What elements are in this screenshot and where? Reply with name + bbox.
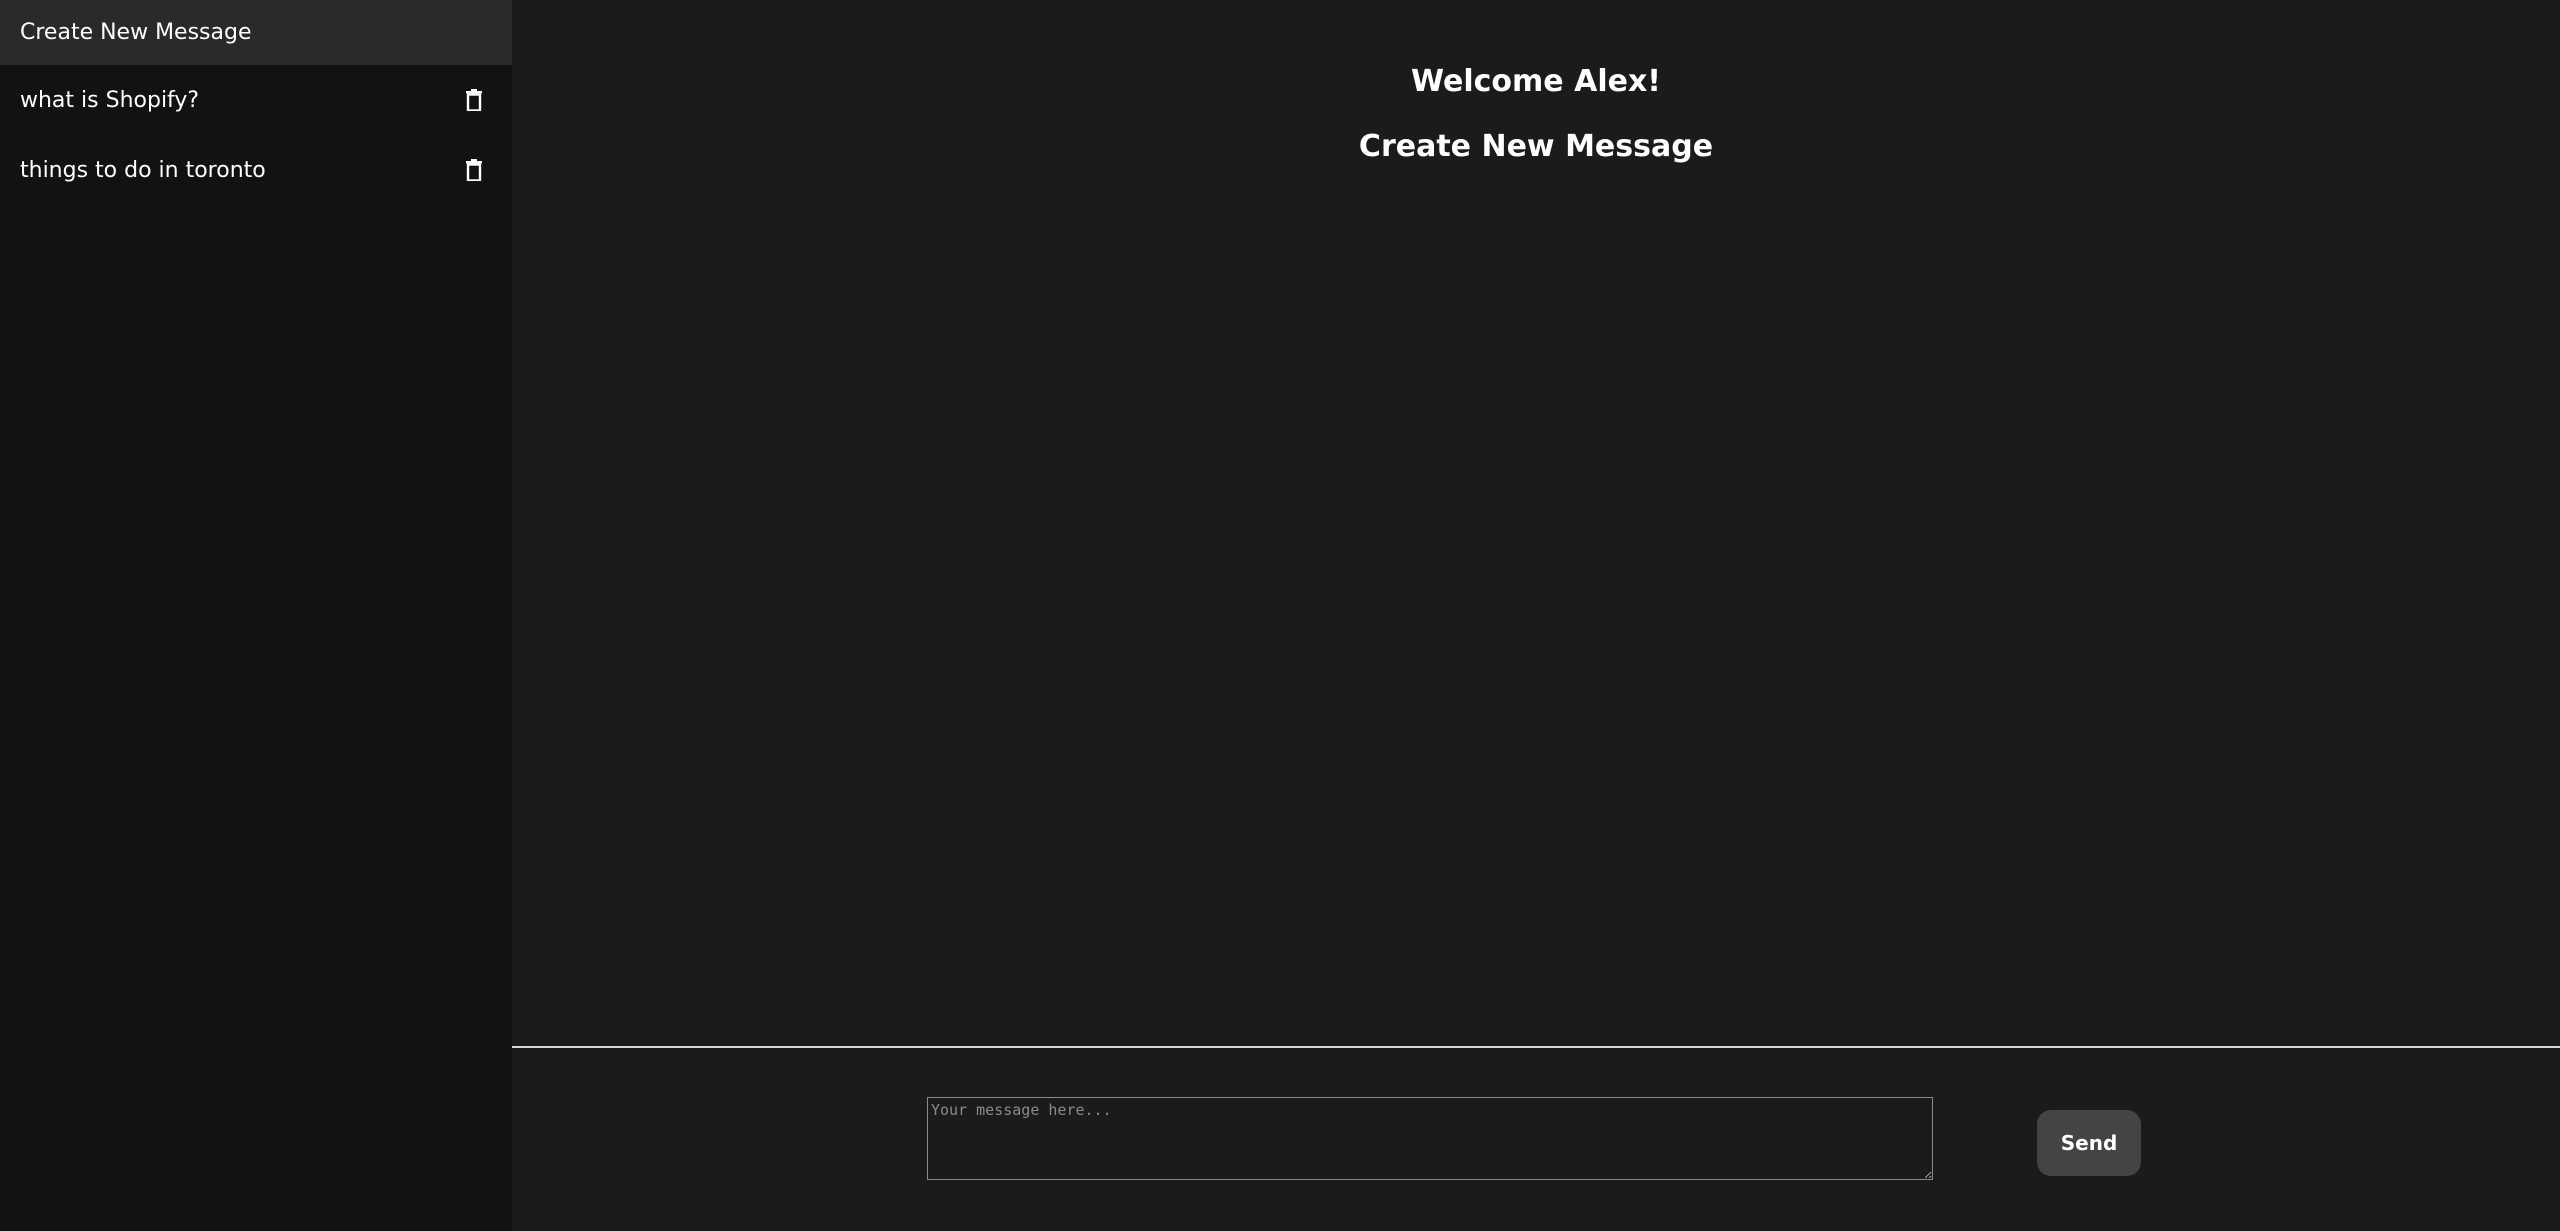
create-new-message-label: Create New Message bbox=[20, 20, 252, 45]
message-composer: Send bbox=[512, 1046, 2560, 1231]
page-title: Create New Message bbox=[1358, 129, 1714, 164]
create-new-message-button[interactable]: Create New Message bbox=[0, 0, 512, 65]
trash-icon[interactable] bbox=[460, 86, 488, 114]
message-input[interactable] bbox=[927, 1097, 1933, 1180]
sidebar-item-label: what is Shopify? bbox=[20, 87, 200, 113]
sidebar-item-things-to-do-in-toronto[interactable]: things to do in toronto bbox=[0, 135, 512, 205]
sidebar-item-what-is-shopify[interactable]: what is Shopify? bbox=[0, 65, 512, 135]
sidebar-item-label: things to do in toronto bbox=[20, 157, 266, 183]
trash-icon[interactable] bbox=[460, 156, 488, 184]
app: Create New Message what is Shopify? thin… bbox=[0, 0, 2560, 1231]
main-panel: Welcome Alex! Create New Message Send bbox=[512, 0, 2560, 1231]
sidebar: Create New Message what is Shopify? thin… bbox=[0, 0, 512, 1231]
send-button[interactable]: Send bbox=[2037, 1110, 2141, 1176]
welcome-heading: Welcome Alex! bbox=[1411, 64, 1661, 99]
